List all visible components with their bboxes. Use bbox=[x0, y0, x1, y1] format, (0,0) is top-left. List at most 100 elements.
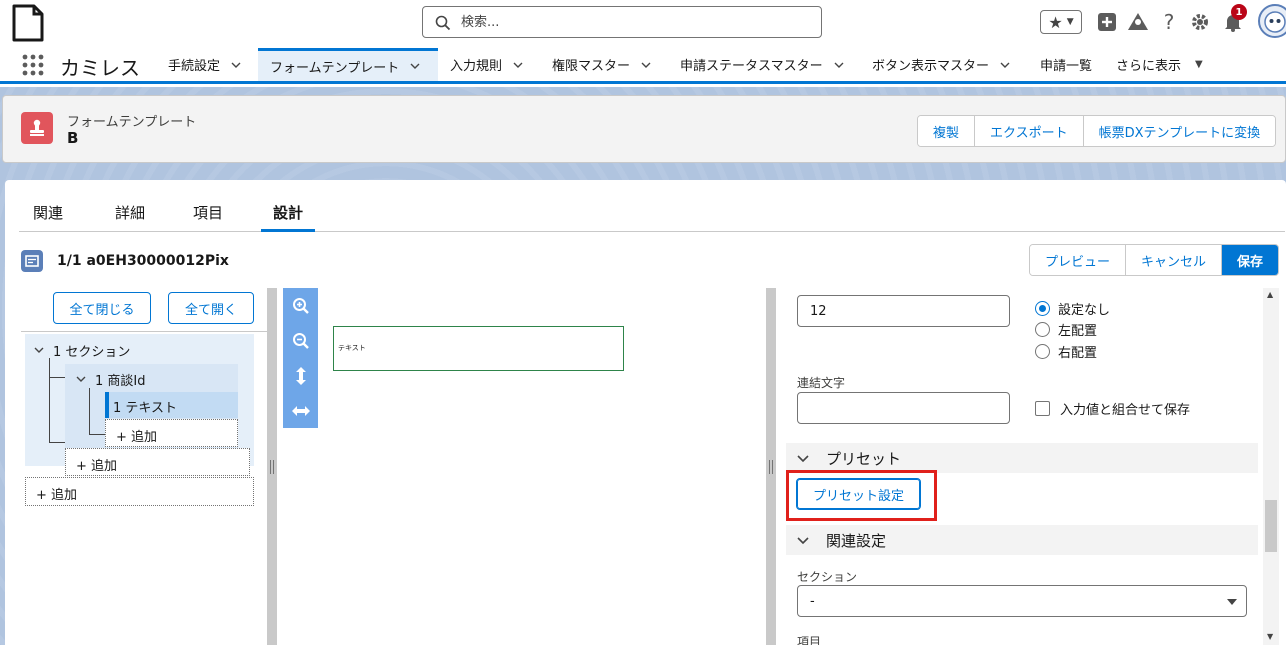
nav-tab-more[interactable]: さらに表示 ▼ bbox=[1110, 48, 1209, 81]
search-input[interactable] bbox=[461, 12, 811, 32]
tab-related[interactable]: 関連 bbox=[21, 202, 75, 232]
app-name: カミレス bbox=[60, 56, 140, 80]
setup-button[interactable] bbox=[1189, 10, 1211, 34]
nav-tab-label: フォームテンプレート bbox=[270, 60, 400, 76]
chevron-down-icon[interactable] bbox=[33, 344, 45, 356]
structure-tree-panel: 全て閉じる 全て開く 1 セクション 1 商談Id 1 テキスト + 追加 + … bbox=[21, 288, 267, 645]
cancel-button[interactable]: キャンセル bbox=[1126, 245, 1223, 275]
document-logo-icon[interactable] bbox=[12, 4, 44, 42]
tab-details[interactable]: 詳細 bbox=[103, 202, 157, 232]
tab-items[interactable]: 項目 bbox=[181, 202, 235, 232]
global-search[interactable] bbox=[422, 6, 822, 38]
tree-node-item-selected[interactable]: 1 テキスト bbox=[105, 392, 238, 418]
right-resize-handle[interactable] bbox=[766, 288, 776, 645]
preset-settings-button[interactable]: プリセット設定 bbox=[796, 478, 922, 510]
radio-button[interactable] bbox=[1035, 343, 1050, 359]
zoom-in-button[interactable] bbox=[283, 288, 318, 323]
nav-tab-input-rules[interactable]: 入力規則 bbox=[444, 48, 530, 81]
add-section-button[interactable]: + 追加 bbox=[25, 477, 254, 506]
export-button[interactable]: エクスポート bbox=[975, 116, 1084, 146]
checkbox[interactable] bbox=[1035, 401, 1050, 416]
nav-tab-form-template[interactable]: フォームテンプレート bbox=[258, 48, 438, 81]
chevron-down-icon[interactable] bbox=[230, 59, 242, 71]
preview-button[interactable]: プレビュー bbox=[1030, 245, 1127, 275]
radio-label: 設定なし bbox=[1058, 302, 1111, 318]
tree-connector bbox=[89, 434, 105, 435]
add-item-button[interactable]: + 追加 bbox=[105, 419, 238, 447]
fit-width-button[interactable] bbox=[283, 393, 318, 428]
chevron-down-icon[interactable] bbox=[796, 533, 810, 547]
record-tabs: 関連 詳細 項目 設計 bbox=[19, 198, 1285, 232]
app-launcher-icon[interactable] bbox=[22, 54, 44, 76]
chevron-down-icon[interactable] bbox=[833, 59, 845, 71]
canvas-text-field[interactable]: テキスト bbox=[333, 326, 624, 371]
concat-label: 連結文字 bbox=[797, 376, 846, 390]
caret-down-icon bbox=[1227, 599, 1237, 605]
layout-icon bbox=[21, 250, 43, 272]
radio-option-right[interactable]: 右配置 bbox=[1035, 341, 1097, 361]
radio-button[interactable] bbox=[1035, 321, 1050, 337]
clone-button[interactable]: 複製 bbox=[918, 116, 976, 146]
preset-section-header[interactable]: プリセット bbox=[786, 443, 1258, 473]
chevron-down-icon[interactable] bbox=[512, 59, 524, 71]
zoom-out-icon bbox=[292, 332, 309, 349]
scrollbar-thumb[interactable] bbox=[1265, 500, 1277, 552]
nav-tab-label: 入力規則 bbox=[450, 59, 503, 74]
global-header: ★ ▼ ? 1 bbox=[0, 0, 1286, 44]
expand-all-button[interactable]: 全て開く bbox=[168, 292, 254, 324]
zoom-out-button[interactable] bbox=[283, 323, 318, 358]
section-title: プリセット bbox=[826, 449, 902, 468]
related-settings-header[interactable]: 関連設定 bbox=[786, 525, 1258, 555]
help-button[interactable]: ? bbox=[1158, 10, 1180, 34]
chevron-down-icon[interactable] bbox=[999, 59, 1011, 71]
chevron-down-icon[interactable] bbox=[640, 59, 652, 71]
radio-label: 右配置 bbox=[1058, 345, 1098, 361]
tab-design[interactable]: 設計 bbox=[261, 202, 316, 232]
radio-option-none[interactable]: 設定なし bbox=[1035, 298, 1110, 318]
concat-input[interactable] bbox=[797, 392, 1010, 424]
nav-tab-application-list[interactable]: 申請一覧 bbox=[1034, 48, 1098, 81]
chevron-down-icon[interactable] bbox=[796, 451, 810, 465]
select-value: - bbox=[810, 593, 815, 609]
user-avatar[interactable] bbox=[1258, 4, 1286, 38]
tree-connector bbox=[49, 358, 50, 442]
scroll-down-icon[interactable]: ▼ bbox=[1267, 632, 1273, 641]
favorites-button[interactable]: ★ ▼ bbox=[1040, 10, 1082, 34]
collapse-all-button[interactable]: 全て閉じる bbox=[53, 292, 151, 324]
nav-tab-status-master[interactable]: 申請ステータスマスター bbox=[674, 48, 851, 81]
nav-tab-procedure-settings[interactable]: 手続設定 bbox=[162, 48, 248, 81]
left-resize-handle[interactable] bbox=[267, 288, 277, 645]
scroll-up-icon[interactable]: ▲ bbox=[1267, 290, 1273, 299]
save-combined-checkbox-row[interactable]: 入力値と組合せて保存 bbox=[1035, 399, 1190, 418]
save-button[interactable]: 保存 bbox=[1222, 245, 1279, 275]
chevron-down-icon[interactable] bbox=[409, 60, 421, 72]
tree-node-group[interactable]: 1 商談Id bbox=[75, 369, 146, 389]
astro-avatar-icon bbox=[1264, 11, 1286, 33]
section-select-label: セクション bbox=[797, 570, 858, 584]
radio-label: 左配置 bbox=[1058, 323, 1098, 339]
zoom-in-icon bbox=[292, 297, 309, 314]
radio-option-left[interactable]: 左配置 bbox=[1035, 319, 1097, 339]
add-label: + 追加 bbox=[36, 488, 78, 503]
fit-height-button[interactable] bbox=[283, 358, 318, 393]
add-group-button[interactable]: + 追加 bbox=[65, 448, 250, 476]
item-select-label: 項目 bbox=[797, 635, 822, 645]
number-input[interactable] bbox=[797, 295, 1010, 327]
tree-node-section[interactable]: 1 セクション bbox=[33, 340, 130, 360]
convert-template-button[interactable]: 帳票DXテンプレートに変換 bbox=[1083, 116, 1276, 146]
record-header: フォームテンプレート B 複製 エクスポート 帳票DXテンプレートに変換 bbox=[2, 95, 1286, 163]
gear-icon bbox=[1192, 14, 1208, 30]
nav-tab-permission-master[interactable]: 権限マスター bbox=[546, 48, 658, 81]
radio-button[interactable] bbox=[1035, 300, 1050, 316]
record-action-group: 複製 エクスポート 帳票DXテンプレートに変換 bbox=[917, 115, 1277, 147]
design-action-group: プレビュー キャンセル 保存 bbox=[1029, 244, 1280, 276]
nav-tab-button-display-master[interactable]: ボタン表示マスター bbox=[866, 48, 1017, 81]
chevron-down-icon[interactable] bbox=[75, 373, 87, 385]
global-actions-button[interactable] bbox=[1096, 10, 1118, 34]
checkbox-label: 入力値と組合せて保存 bbox=[1060, 403, 1191, 418]
grip-icon bbox=[270, 459, 274, 474]
properties-scrollbar[interactable]: ▲ ▼ bbox=[1263, 288, 1279, 645]
properties-panel: 設定なし 左配置 右配置 連結文字 入力値と組合せて保存 プリセット プリセット… bbox=[778, 288, 1258, 645]
trailhead-button[interactable] bbox=[1126, 10, 1150, 34]
section-select[interactable]: - bbox=[797, 585, 1247, 617]
